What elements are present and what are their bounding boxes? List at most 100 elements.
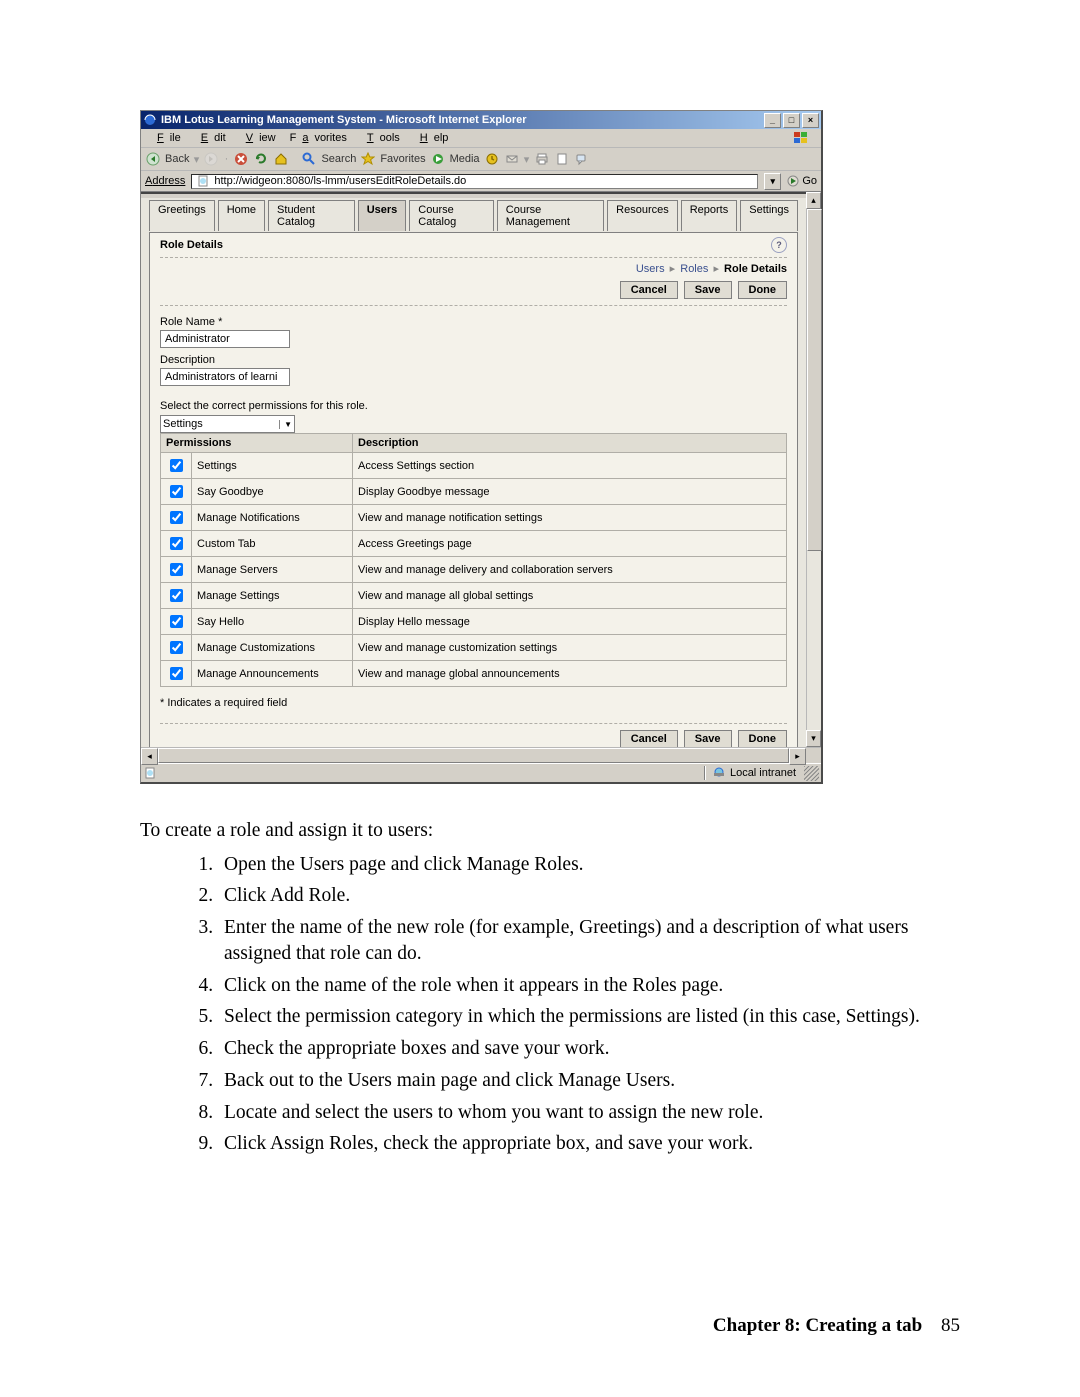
description-input[interactable]: Administrators of learni	[160, 368, 290, 386]
role-details-panel: Role Details ? Users ▸ Roles ▸ Role Deta…	[149, 232, 798, 747]
scroll-thumb[interactable]	[158, 748, 789, 763]
address-label: Address	[145, 175, 185, 187]
permission-name: Say Goodbye	[192, 479, 353, 505]
tab-student-catalog[interactable]: Student Catalog	[268, 200, 355, 231]
role-name-input[interactable]: Administrator	[160, 330, 290, 348]
zone-icon	[712, 766, 726, 781]
minimize-button[interactable]: _	[764, 113, 781, 128]
done-button-bottom[interactable]: Done	[738, 730, 788, 747]
tab-settings[interactable]: Settings	[740, 200, 798, 231]
go-label: Go	[802, 175, 817, 187]
permission-instruction: Select the correct permissions for this …	[160, 400, 787, 412]
menu-help[interactable]: Help	[408, 132, 455, 144]
table-row: Manage AnnouncementsView and manage glob…	[161, 661, 787, 687]
col-permissions: Permissions	[161, 434, 353, 453]
list-item: Click on the name of the role when it ap…	[218, 973, 960, 999]
permission-category-value: Settings	[163, 418, 203, 430]
back-dropdown-icon[interactable]: ▾	[193, 153, 199, 166]
search-label[interactable]: Search	[321, 153, 356, 165]
media-icon[interactable]	[430, 151, 446, 167]
done-button-top[interactable]: Done	[738, 281, 788, 299]
permission-checkbox[interactable]	[170, 511, 183, 524]
favorites-label[interactable]: Favorites	[380, 153, 425, 165]
tab-users[interactable]: Users	[358, 200, 407, 231]
print-icon[interactable]	[534, 151, 550, 167]
menu-file[interactable]: File	[145, 132, 187, 144]
permission-name: Manage Settings	[192, 583, 353, 609]
go-button[interactable]: Go	[787, 175, 817, 187]
tab-course-catalog[interactable]: Course Catalog	[409, 200, 494, 231]
discuss-icon[interactable]	[574, 151, 590, 167]
permission-description: Access Greetings page	[353, 531, 787, 557]
permission-checkbox[interactable]	[170, 589, 183, 602]
permission-checkbox[interactable]	[170, 563, 183, 576]
cancel-button-bottom[interactable]: Cancel	[620, 730, 678, 747]
refresh-icon[interactable]	[253, 151, 269, 167]
menu-edit[interactable]: Edit	[189, 132, 232, 144]
crumb-current: Role Details	[724, 263, 787, 275]
permission-checkbox[interactable]	[170, 459, 183, 472]
save-button-bottom[interactable]: Save	[684, 730, 732, 747]
menu-tools[interactable]: Tools	[355, 132, 406, 144]
media-label[interactable]: Media	[450, 153, 480, 165]
permission-description: Display Hello message	[353, 609, 787, 635]
edit-icon[interactable]	[554, 151, 570, 167]
favorites-icon[interactable]	[360, 151, 376, 167]
address-input[interactable]: http://widgeon:8080/ls-lmm/usersEditRole…	[191, 174, 758, 189]
scroll-up-icon[interactable]: ▴	[806, 192, 821, 209]
crumb-roles[interactable]: Roles	[680, 263, 708, 275]
table-row: Manage SettingsView and manage all globa…	[161, 583, 787, 609]
permissions-table: Permissions Description SettingsAccess S…	[160, 433, 787, 687]
vertical-scrollbar[interactable]: ▴ ▾	[806, 192, 821, 747]
permission-checkbox[interactable]	[170, 667, 183, 680]
permission-checkbox[interactable]	[170, 641, 183, 654]
back-icon[interactable]	[145, 151, 161, 167]
permission-checkbox[interactable]	[170, 485, 183, 498]
home-icon[interactable]	[273, 151, 289, 167]
history-icon[interactable]	[484, 151, 500, 167]
ie-toolbar: Back ▾ · Search Favorites Media ▾	[141, 148, 821, 171]
scroll-thumb[interactable]	[807, 209, 822, 551]
ie-window: IBM Lotus Learning Management System - M…	[140, 110, 823, 784]
maximize-button[interactable]: □	[783, 113, 800, 128]
menu-favorites[interactable]: Favorites	[284, 132, 353, 144]
permission-checkbox[interactable]	[170, 615, 183, 628]
table-row: Custom TabAccess Greetings page	[161, 531, 787, 557]
chevron-down-icon[interactable]: ▾	[524, 153, 530, 166]
tab-resources[interactable]: Resources	[607, 200, 678, 231]
permission-checkbox[interactable]	[170, 537, 183, 550]
footer-page: 85	[941, 1315, 960, 1336]
tab-reports[interactable]: Reports	[681, 200, 738, 231]
app-tabs: GreetingsHomeStudent CatalogUsersCourse …	[149, 200, 798, 232]
scroll-down-icon[interactable]: ▾	[806, 730, 821, 747]
permission-category-select[interactable]: Settings ▼	[160, 415, 295, 433]
permission-name: Manage Announcements	[192, 661, 353, 687]
window-titlebar: IBM Lotus Learning Management System - M…	[141, 111, 821, 129]
scroll-left-icon[interactable]: ◂	[141, 748, 158, 765]
page-icon	[143, 766, 157, 780]
windows-flag-icon	[785, 130, 817, 146]
status-zone-text: Local intranet	[730, 767, 796, 779]
resize-grip-icon[interactable]	[804, 766, 819, 781]
back-label[interactable]: Back	[165, 153, 189, 165]
permission-name: Custom Tab	[192, 531, 353, 557]
search-icon[interactable]	[301, 151, 317, 167]
help-icon[interactable]: ?	[771, 237, 787, 253]
menu-view[interactable]: View	[234, 132, 282, 144]
scroll-right-icon[interactable]: ▸	[789, 748, 806, 765]
tab-greetings[interactable]: Greetings	[149, 200, 215, 231]
horizontal-scrollbar[interactable]: ◂ ▸	[141, 747, 821, 763]
page-icon	[196, 174, 210, 188]
table-row: Manage NotificationsView and manage noti…	[161, 505, 787, 531]
address-dropdown-icon[interactable]: ▾	[764, 173, 781, 190]
forward-icon[interactable]	[203, 151, 219, 167]
save-button-top[interactable]: Save	[684, 281, 732, 299]
content-scroll-area: GreetingsHomeStudent CatalogUsersCourse …	[141, 192, 821, 747]
close-button[interactable]: ×	[802, 113, 819, 128]
tab-home[interactable]: Home	[218, 200, 265, 231]
stop-icon[interactable]	[233, 151, 249, 167]
cancel-button-top[interactable]: Cancel	[620, 281, 678, 299]
mail-icon[interactable]	[504, 151, 520, 167]
tab-course-management[interactable]: Course Management	[497, 200, 604, 231]
crumb-users[interactable]: Users	[636, 263, 665, 275]
